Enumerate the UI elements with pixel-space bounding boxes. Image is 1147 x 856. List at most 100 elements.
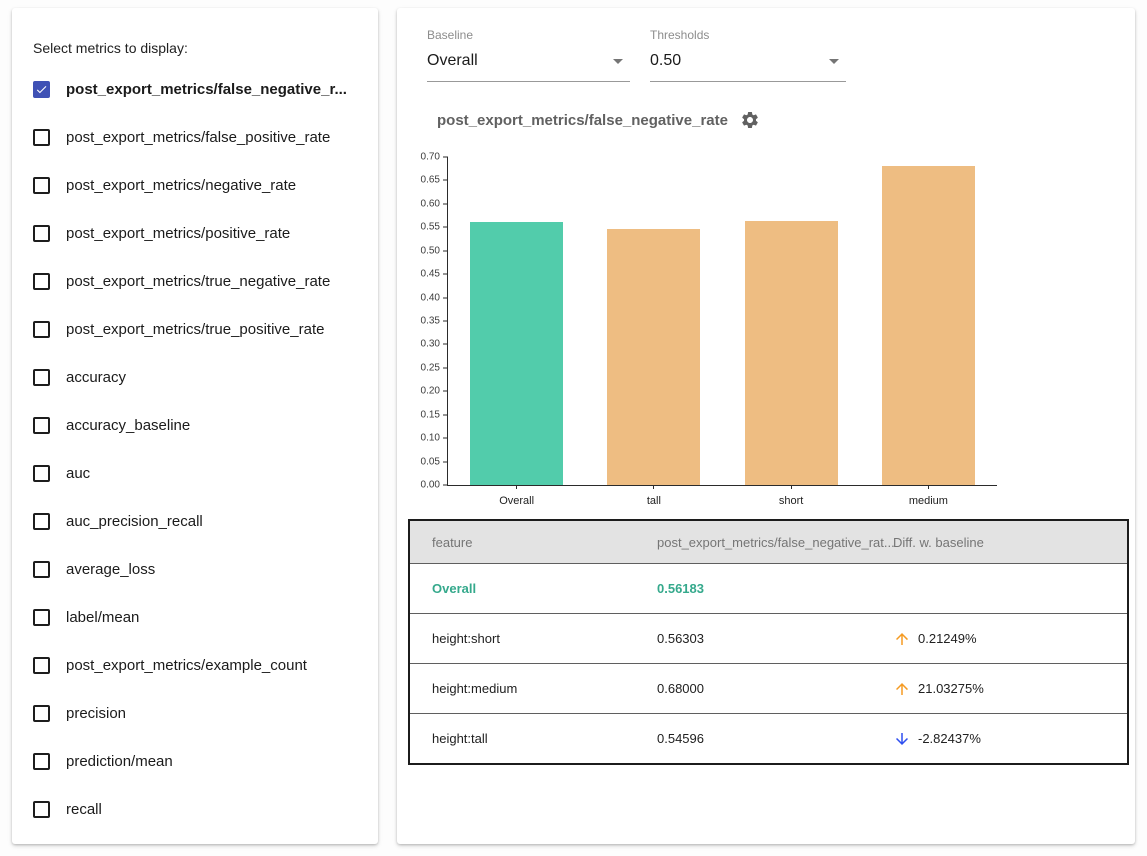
checkbox-icon[interactable] — [33, 369, 50, 386]
metric-checkbox-item[interactable]: post_export_metrics/false_negative_r... — [33, 65, 372, 113]
cell-value: 0.68000 — [657, 681, 893, 696]
checkbox-icon[interactable] — [33, 609, 50, 626]
checkbox-icon[interactable] — [33, 225, 50, 242]
x-tick-mark — [516, 485, 517, 489]
table-row[interactable]: height:tall 0.54596 -2.82437% — [410, 713, 1127, 763]
checkbox-icon[interactable] — [33, 657, 50, 674]
y-tick-label: 0.15 — [421, 409, 440, 420]
y-tick: 0.25 — [421, 362, 448, 373]
y-tick: 0.45 — [421, 269, 448, 280]
checkbox-icon[interactable] — [33, 513, 50, 530]
metrics-list: post_export_metrics/false_negative_r... … — [33, 65, 372, 833]
x-tick-mark — [928, 485, 929, 489]
cell-diff: 21.03275% — [893, 680, 1127, 698]
y-tick: 0.65 — [421, 175, 448, 186]
metric-picker-panel: Select metrics to display: post_export_m… — [12, 8, 378, 844]
metric-checkbox-item[interactable]: post_export_metrics/true_negative_rate — [33, 257, 372, 305]
header-feature: feature — [410, 535, 657, 550]
cell-value: 0.54596 — [657, 731, 893, 746]
baseline-dropdown[interactable]: Baseline Overall — [427, 28, 630, 82]
metric-label: precision — [66, 705, 126, 722]
metric-checkbox-item[interactable]: post_export_metrics/negative_rate — [33, 161, 372, 209]
table-row[interactable]: Overall 0.56183 — [410, 563, 1127, 613]
metric-label: label/mean — [66, 609, 139, 626]
metric-label: post_export_metrics/true_positive_rate — [66, 321, 324, 338]
thresholds-value: 0.50 — [650, 52, 681, 70]
y-tick-label: 0.05 — [421, 456, 440, 467]
checkbox-icon[interactable] — [33, 273, 50, 290]
metric-checkbox-item[interactable]: recall — [33, 785, 372, 833]
diff-value: -2.82437% — [918, 731, 981, 746]
metric-label: auc_precision_recall — [66, 513, 203, 530]
thresholds-label: Thresholds — [650, 28, 846, 42]
metric-checkbox-item[interactable]: post_export_metrics/true_positive_rate — [33, 305, 372, 353]
checkbox-icon[interactable] — [33, 177, 50, 194]
metric-checkbox-item[interactable]: post_export_metrics/false_positive_rate — [33, 113, 372, 161]
y-tick: 0.00 — [421, 480, 448, 491]
cell-feature: height:medium — [410, 681, 657, 696]
cell-diff: 0.21249% — [893, 630, 1127, 648]
header-metric: post_export_metrics/false_negative_rat..… — [657, 535, 893, 550]
table-body: Overall 0.56183 height:short 0.56303 0.2… — [410, 563, 1127, 763]
checkbox-icon[interactable] — [33, 561, 50, 578]
metric-checkbox-item[interactable]: prediction/mean — [33, 737, 372, 785]
metric-label: average_loss — [66, 561, 155, 578]
y-tick-label: 0.50 — [421, 245, 440, 256]
arrow-up-icon — [893, 680, 911, 698]
metric-label: post_export_metrics/negative_rate — [66, 177, 296, 194]
y-tick: 0.15 — [421, 409, 448, 420]
y-tick-label: 0.30 — [421, 339, 440, 350]
metric-checkbox-item[interactable]: auc_precision_recall — [33, 497, 372, 545]
bar-Overall[interactable] — [470, 222, 563, 485]
metric-picker-title: Select metrics to display: — [33, 40, 188, 56]
diff-value: 21.03275% — [918, 681, 984, 696]
checkbox-icon[interactable] — [33, 417, 50, 434]
checkbox-icon[interactable] — [33, 705, 50, 722]
metric-checkbox-item[interactable]: precision — [33, 689, 372, 737]
y-tick-label: 0.20 — [421, 386, 440, 397]
metric-checkbox-item[interactable]: accuracy_baseline — [33, 401, 372, 449]
bar-tall[interactable] — [607, 229, 700, 485]
metric-label: accuracy_baseline — [66, 417, 190, 434]
metric-checkbox-item[interactable]: average_loss — [33, 545, 372, 593]
metric-checkbox-item[interactable]: auc — [33, 449, 372, 497]
metric-checkbox-item[interactable]: accuracy — [33, 353, 372, 401]
metric-checkbox-item[interactable]: post_export_metrics/example_count — [33, 641, 372, 689]
metric-checkbox-item[interactable]: post_export_metrics/positive_rate — [33, 209, 372, 257]
diff-arrow-icon — [893, 630, 911, 648]
table-row[interactable]: height:medium 0.68000 21.03275% — [410, 663, 1127, 713]
metric-label: post_export_metrics/false_negative_r... — [66, 81, 347, 98]
table-row[interactable]: height:short 0.56303 0.21249% — [410, 613, 1127, 663]
y-tick: 0.40 — [421, 292, 448, 303]
y-tick-label: 0.25 — [421, 362, 440, 373]
x-axis: Overalltallshortmedium — [448, 485, 997, 507]
checkbox-icon[interactable] — [33, 753, 50, 770]
x-tick-label: tall — [647, 495, 661, 507]
chevron-down-icon[interactable] — [822, 49, 846, 73]
bar-medium[interactable] — [882, 166, 975, 485]
bar-short[interactable] — [745, 221, 838, 485]
checkbox-icon[interactable] — [33, 321, 50, 338]
gear-icon[interactable] — [740, 110, 760, 130]
baseline-label: Baseline — [427, 28, 630, 42]
y-tick: 0.10 — [421, 433, 448, 444]
cell-value: 0.56183 — [657, 581, 893, 596]
y-tick: 0.05 — [421, 456, 448, 467]
metric-detail-panel: Baseline Overall Thresholds 0.50 post_ex… — [397, 8, 1135, 844]
checkbox-icon[interactable] — [33, 129, 50, 146]
y-tick-label: 0.35 — [421, 316, 440, 327]
checkbox-icon[interactable] — [33, 801, 50, 818]
y-tick: 0.30 — [421, 339, 448, 350]
y-tick-label: 0.65 — [421, 175, 440, 186]
chevron-down-icon[interactable] — [606, 49, 630, 73]
arrow-up-icon — [893, 630, 911, 648]
cell-feature: height:tall — [410, 731, 657, 746]
metric-label: accuracy — [66, 369, 126, 386]
checkbox-icon[interactable] — [33, 465, 50, 482]
thresholds-dropdown[interactable]: Thresholds 0.50 — [650, 28, 846, 82]
x-tick-mark — [653, 485, 654, 489]
bars — [448, 157, 997, 485]
cell-feature: Overall — [410, 581, 657, 596]
checkbox-icon[interactable] — [33, 81, 50, 98]
metric-checkbox-item[interactable]: label/mean — [33, 593, 372, 641]
